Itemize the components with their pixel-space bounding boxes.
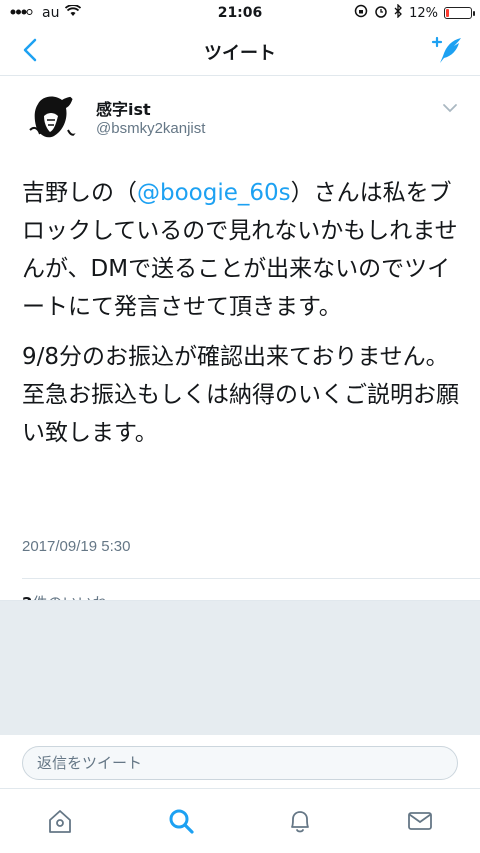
navigation-bar: ツイート [0,26,480,76]
text-line: 至急お振込もしくは納得のいくご説明お願い致します。 [22,382,459,446]
rotation-lock-icon [354,4,368,22]
tweet-paragraph-2: 9/8分のお振込が確認出来ておりません。至急お振込もしくは納得のいくご説明お願い… [22,338,462,452]
notifications-bell-icon[interactable] [286,807,314,835]
conversation-area [0,600,480,735]
text-line: 9/8分のお振込が確認出来ておりません。 [22,344,449,370]
tab-bar [0,789,480,853]
reply-bar: 返信をツイート [0,734,480,789]
home-icon[interactable] [46,807,74,835]
battery-percent: 12% [409,5,438,21]
divider [22,578,480,579]
avatar[interactable] [24,90,80,146]
author-handle[interactable]: @bsmky2kanjist [96,120,205,137]
tweet-text: 吉野しの（@boogie_60s）さんは私をブロックしているので見れないかもしれ… [22,174,462,452]
messages-icon[interactable] [406,807,434,835]
alarm-icon [374,4,388,22]
caret-down-icon[interactable] [442,102,458,114]
tweet-timestamp: 2017/09/19 5:30 [22,538,131,555]
search-icon[interactable] [167,807,195,835]
mention-link[interactable]: @boogie_60s [137,180,291,206]
bluetooth-icon [394,3,403,22]
text-segment: 吉野しの（ [22,180,137,206]
battery-icon [444,7,475,19]
status-bar: au 21:06 12% [0,0,480,26]
page-title: ツイート [204,43,276,64]
compose-tweet-icon[interactable] [430,34,464,66]
author-name[interactable]: 感字ist [96,96,151,120]
reply-input[interactable]: 返信をツイート [22,746,458,780]
tweet-paragraph-1: 吉野しの（@boogie_60s）さんは私をブロックしているので見れないかもしれ… [22,174,462,326]
